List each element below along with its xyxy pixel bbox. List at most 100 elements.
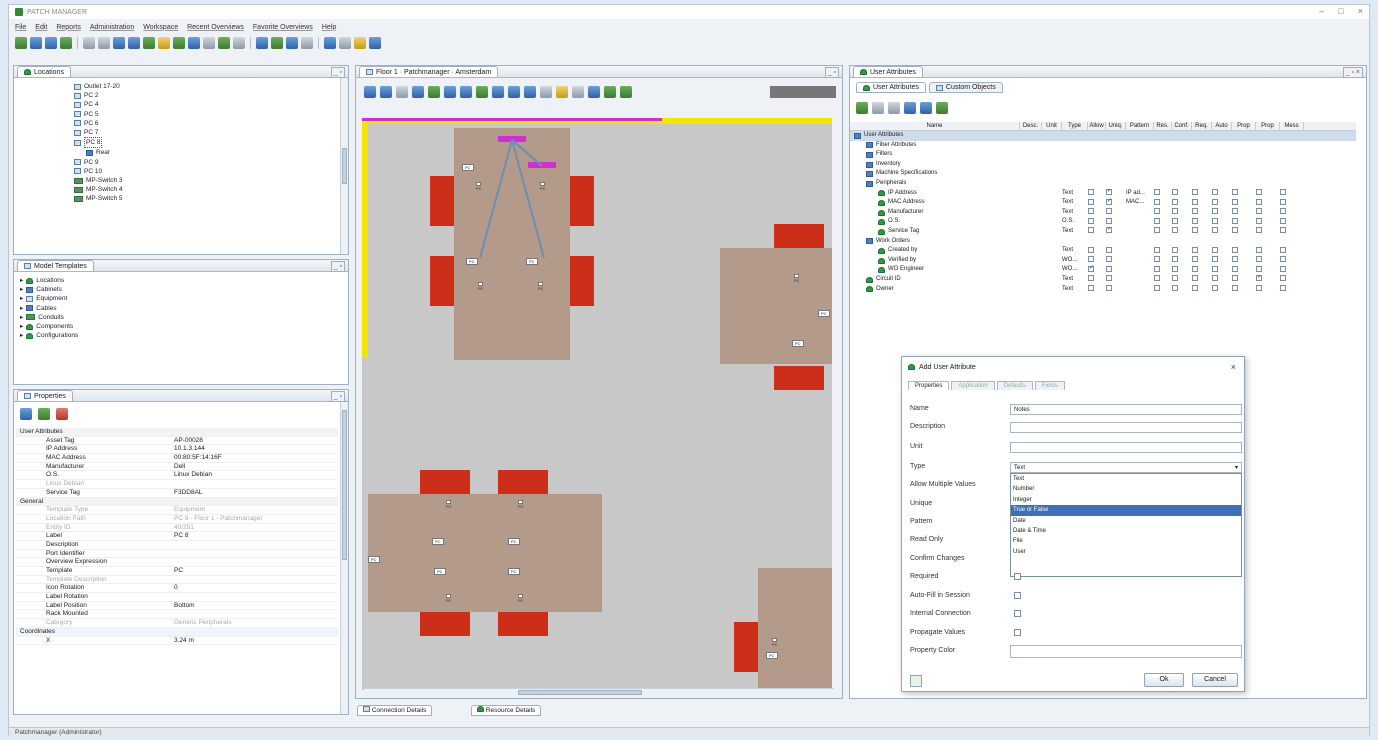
maximize-button[interactable]: □ <box>1338 6 1343 16</box>
route-icon[interactable] <box>173 37 185 49</box>
attribute-checkbox[interactable] <box>1256 284 1262 291</box>
attribute-checkbox[interactable] <box>1256 217 1262 224</box>
column-header[interactable]: Prop <box>1256 122 1280 130</box>
attribute-checkbox[interactable] <box>1106 246 1112 253</box>
property-row[interactable]: Template Type Equipment <box>16 506 338 515</box>
menu-recent-overviews[interactable]: Recent Overviews <box>187 24 244 31</box>
tree-item[interactable]: Rear <box>74 148 122 157</box>
attribute-checkbox[interactable] <box>1088 246 1094 253</box>
attribute-checkbox[interactable] <box>1280 275 1286 282</box>
column-header[interactable]: Auto <box>1212 122 1232 130</box>
globe-icon[interactable] <box>428 86 440 98</box>
back-icon[interactable] <box>380 86 392 98</box>
attribute-checkbox[interactable] <box>1106 189 1112 197</box>
type-option[interactable]: User <box>1011 547 1241 557</box>
menu-edit[interactable]: Edit <box>35 24 47 31</box>
attribute-checkbox[interactable] <box>1256 198 1262 205</box>
delete-attribute-icon[interactable] <box>888 102 900 114</box>
attribute-checkbox[interactable] <box>1106 208 1112 215</box>
tree-item[interactable]: PC 9 <box>74 158 122 167</box>
dialog-tab-application[interactable]: Application <box>951 381 995 390</box>
attribute-row[interactable]: User Attributes <box>850 131 1356 141</box>
attribute-row[interactable]: Filters <box>850 150 1356 160</box>
zoom-in-icon[interactable] <box>588 86 600 98</box>
property-row[interactable]: Label Position Bottom <box>16 602 338 611</box>
property-row[interactable]: X 3.24 m <box>16 637 338 646</box>
attribute-checkbox[interactable] <box>1172 246 1178 253</box>
attribute-checkbox[interactable] <box>1192 256 1198 263</box>
attribute-row[interactable]: Machine Specifications <box>850 169 1356 179</box>
attribute-checkbox[interactable] <box>1088 198 1094 205</box>
internal-connection-checkbox[interactable] <box>1014 610 1021 617</box>
property-row[interactable]: Service Tag F3DD8AL <box>16 489 338 498</box>
horizontal-scrollbar[interactable] <box>364 688 834 696</box>
tree-item[interactable]: MP-Switch 3 <box>74 176 122 185</box>
attribute-row[interactable]: Created by Text <box>850 246 1356 256</box>
column-header[interactable]: Name <box>850 122 1020 130</box>
attribute-checkbox[interactable] <box>1232 198 1238 205</box>
attribute-checkbox[interactable] <box>1232 227 1238 234</box>
tab-locations[interactable]: Locations <box>17 66 71 77</box>
property-row[interactable]: Rack Mounted <box>16 610 338 620</box>
attribute-row[interactable]: Service Tag Text <box>850 227 1356 237</box>
menu-administration[interactable]: Administration <box>90 24 134 31</box>
attribute-checkbox[interactable] <box>1172 188 1178 195</box>
attribute-checkbox[interactable] <box>1192 246 1198 253</box>
network-icon[interactable] <box>128 37 140 49</box>
attribute-checkbox[interactable] <box>1232 208 1238 215</box>
description-input[interactable] <box>1010 422 1242 433</box>
attribute-row[interactable]: WO Engineer WO... <box>850 265 1356 275</box>
attribute-checkbox[interactable] <box>1172 217 1178 224</box>
attribute-checkbox[interactable] <box>1154 227 1160 234</box>
tree-item[interactable]: PC 4 <box>74 100 122 109</box>
attribute-checkbox[interactable] <box>1154 217 1160 224</box>
name-input[interactable]: Notes <box>1010 404 1242 415</box>
column-header[interactable]: Mess <box>1280 122 1304 130</box>
attribute-checkbox[interactable] <box>1256 265 1262 272</box>
attribute-checkbox[interactable] <box>1280 198 1286 205</box>
panel-controls[interactable]: _ ▫ <box>330 261 345 272</box>
attribute-row[interactable]: IP Address Text IP ad... <box>850 189 1356 199</box>
dialog-tab-defaults[interactable]: Defaults <box>996 381 1033 390</box>
lock-icon[interactable] <box>38 408 50 420</box>
tree-item[interactable]: ▸ Conduits <box>20 313 78 322</box>
attribute-checkbox[interactable] <box>1256 246 1262 253</box>
property-row[interactable]: Asset Tag AP-00028 <box>16 437 338 446</box>
attribute-checkbox[interactable] <box>1212 256 1218 263</box>
attribute-row[interactable]: Owner Text <box>850 284 1356 295</box>
tree-item[interactable]: MP-Switch 5 <box>74 194 122 203</box>
minimize-button[interactable]: – <box>1319 6 1324 16</box>
attribute-checkbox[interactable] <box>1088 217 1094 224</box>
attribute-checkbox[interactable] <box>1088 208 1094 215</box>
attribute-checkbox[interactable] <box>1280 256 1286 263</box>
column-header[interactable]: Prop <box>1232 122 1256 130</box>
column-header[interactable]: Type <box>1062 122 1088 130</box>
attribute-checkbox[interactable] <box>1256 275 1262 283</box>
attribute-checkbox[interactable] <box>1192 265 1198 272</box>
attribute-checkbox[interactable] <box>1172 265 1178 272</box>
menu-workspace[interactable]: Workspace <box>143 24 178 31</box>
property-row[interactable]: Linux Debian <box>16 480 338 489</box>
attribute-row[interactable]: Peripherals <box>850 179 1356 189</box>
link-icon[interactable] <box>476 86 488 98</box>
draw-icon[interactable] <box>556 86 568 98</box>
grid-icon[interactable] <box>83 37 95 49</box>
attribute-checkbox[interactable] <box>1172 275 1178 282</box>
tree-item[interactable]: PC 10 <box>74 167 122 176</box>
type-option[interactable]: True or False <box>1011 505 1241 516</box>
unit-input[interactable] <box>1010 442 1242 453</box>
attribute-checkbox[interactable] <box>1106 284 1112 291</box>
attribute-checkbox[interactable] <box>1106 256 1112 263</box>
property-row[interactable]: Location Path PC 8 - Floor 1 - Patchmanag… <box>16 515 338 524</box>
user-icon[interactable] <box>113 37 125 49</box>
attribute-checkbox[interactable] <box>1172 198 1178 205</box>
attribute-checkbox[interactable] <box>1088 265 1094 273</box>
type-option[interactable]: Number <box>1011 484 1241 494</box>
tree-item[interactable]: MP-Switch 4 <box>74 185 122 194</box>
property-row[interactable]: User Attributes <box>16 428 338 437</box>
property-row[interactable]: General <box>16 497 338 507</box>
attribute-checkbox[interactable] <box>1192 188 1198 195</box>
attribute-checkbox[interactable] <box>1256 208 1262 215</box>
property-color-input[interactable] <box>1010 645 1242 658</box>
floor-icon[interactable] <box>271 37 283 49</box>
